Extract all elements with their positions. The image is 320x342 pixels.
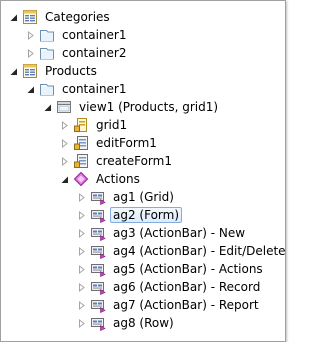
node-createform1[interactable]: createForm1 (59, 151, 175, 171)
node-label: grid1 (96, 118, 128, 132)
expand-arrow-expanded-icon[interactable] (8, 66, 19, 77)
page-icon (22, 63, 38, 79)
node-label: view1 (Products, grid1) (79, 100, 219, 114)
action-group-icon (90, 189, 106, 205)
node-label: ag2 (Form) (110, 207, 183, 223)
node-ag1[interactable]: ag1 (Grid) (76, 187, 177, 207)
expand-arrow-expanded-icon[interactable] (25, 84, 36, 95)
page-icon (22, 9, 38, 25)
node-view1[interactable]: view1 (Products, grid1) (42, 97, 221, 117)
grid-view-icon (73, 117, 89, 133)
node-ag2[interactable]: ag2 (Form) (76, 205, 183, 225)
node-label: container1 (62, 82, 127, 96)
node-editform1[interactable]: editForm1 (59, 133, 160, 153)
expand-arrow-collapsed-icon[interactable] (76, 246, 87, 257)
node-label: ag4 (ActionBar) - Edit/Delete (113, 244, 286, 258)
expand-arrow-collapsed-icon[interactable] (76, 264, 87, 275)
expand-arrow-expanded-icon[interactable] (8, 12, 19, 23)
container-icon (39, 45, 55, 61)
expand-arrow-collapsed-icon[interactable] (76, 210, 87, 221)
expand-arrow-collapsed-icon[interactable] (76, 192, 87, 203)
node-products-container1[interactable]: container1 (25, 79, 130, 99)
node-label: container1 (62, 28, 127, 42)
form-view-icon (73, 135, 89, 151)
expand-arrow-collapsed-icon[interactable] (59, 138, 70, 149)
expand-arrow-collapsed-icon[interactable] (25, 30, 36, 41)
expand-arrow-collapsed-icon[interactable] (76, 228, 87, 239)
actions-icon (73, 171, 89, 187)
action-group-icon (90, 225, 106, 241)
node-label: container2 (62, 46, 127, 60)
container-icon (39, 27, 55, 43)
node-ag8[interactable]: ag8 (Row) (76, 313, 177, 333)
expand-arrow-collapsed-icon[interactable] (76, 282, 87, 293)
node-ag6[interactable]: ag6 (ActionBar) - Record (76, 277, 263, 297)
node-categories[interactable]: Categories (8, 7, 113, 27)
action-group-icon (90, 207, 106, 223)
node-label: ag8 (Row) (113, 316, 174, 330)
node-ag5[interactable]: ag5 (ActionBar) - Actions (76, 259, 266, 279)
node-ag7[interactable]: ag7 (ActionBar) - Report (76, 295, 262, 315)
node-categories-container2[interactable]: container2 (25, 43, 130, 63)
action-group-icon (90, 261, 106, 277)
node-label: createForm1 (96, 154, 172, 168)
node-label: ag6 (ActionBar) - Record (113, 280, 261, 294)
expand-arrow-collapsed-icon[interactable] (59, 156, 70, 167)
expand-arrow-collapsed-icon[interactable] (76, 300, 87, 311)
node-label: editForm1 (96, 136, 157, 150)
node-categories-container1[interactable]: container1 (25, 25, 130, 45)
node-label: Products (45, 64, 97, 78)
expand-arrow-collapsed-icon[interactable] (25, 48, 36, 59)
view-icon (56, 99, 72, 115)
expand-arrow-expanded-icon[interactable] (42, 102, 53, 113)
node-grid1[interactable]: grid1 (59, 115, 130, 135)
project-explorer-tree: Categories container1 container2 Products co… (0, 0, 286, 342)
node-label: Categories (45, 10, 110, 24)
node-label: Actions (96, 172, 140, 186)
node-ag3[interactable]: ag3 (ActionBar) - New (76, 223, 248, 243)
container-icon (39, 81, 55, 97)
node-label: ag1 (Grid) (113, 190, 174, 204)
form-view-icon (73, 153, 89, 169)
action-group-icon (90, 243, 106, 259)
node-products[interactable]: Products (8, 61, 100, 81)
node-label: ag5 (ActionBar) - Actions (113, 262, 263, 276)
action-group-icon (90, 279, 106, 295)
node-ag4[interactable]: ag4 (ActionBar) - Edit/Delete (76, 241, 289, 261)
action-group-icon (90, 315, 106, 331)
expand-arrow-expanded-icon[interactable] (59, 174, 70, 185)
node-actions[interactable]: Actions (59, 169, 143, 189)
expand-arrow-collapsed-icon[interactable] (59, 120, 70, 131)
node-label: ag7 (ActionBar) - Report (113, 298, 259, 312)
expand-arrow-collapsed-icon[interactable] (76, 318, 87, 329)
node-label: ag3 (ActionBar) - New (113, 226, 246, 240)
action-group-icon (90, 297, 106, 313)
